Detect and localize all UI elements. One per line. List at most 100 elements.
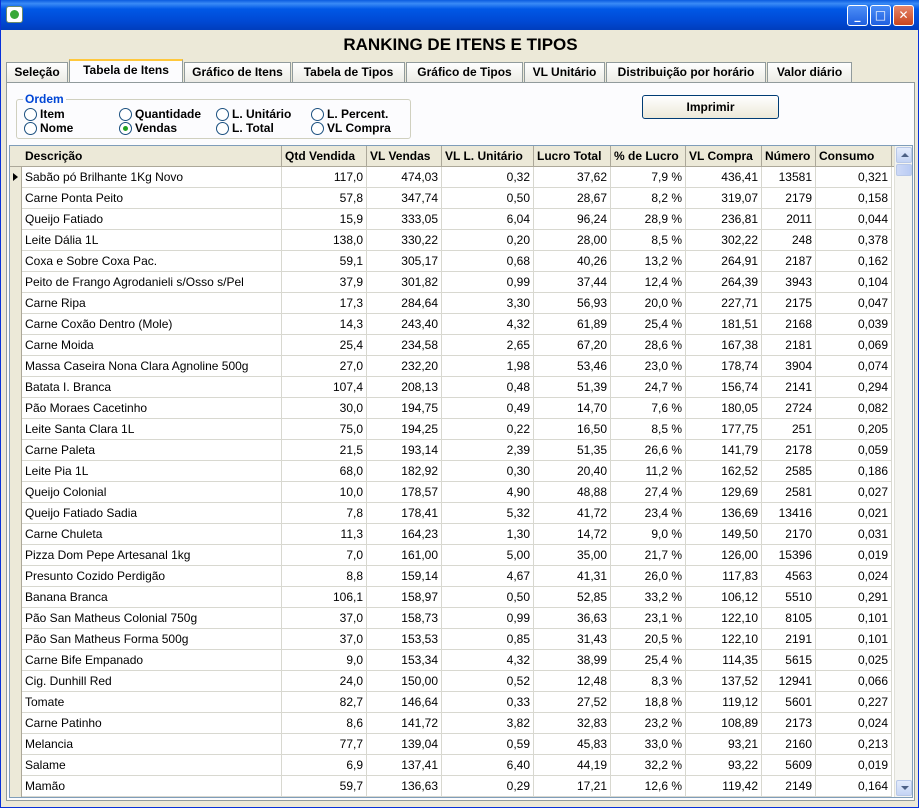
table-row[interactable]: Carne Chuleta 11,3 164,23 1,30 14,72 9,0 % 149… xyxy=(10,524,894,545)
table-row[interactable]: Salame 6,9 137,41 6,40 44,19 32,2 % 93,22 5609 0… xyxy=(10,755,894,776)
table-row[interactable]: Carne Patinho 8,6 141,72 3,82 32,83 23,2 % 108… xyxy=(10,713,894,734)
table-row[interactable]: Batata I. Branca 107,4 208,13 0,48 51,39 24,7… xyxy=(10,377,894,398)
cell-lucro-total: 51,35 xyxy=(534,440,611,461)
column-header-lucro-total[interactable]: Lucro Total xyxy=(534,146,611,167)
tab-grafico-de-itens[interactable]: Gráfico de Itens xyxy=(184,62,291,82)
column-header-vl-l-unitario[interactable]: VL L. Unitário xyxy=(442,146,534,167)
cell-vl-compra: 122,10 xyxy=(686,629,762,650)
cell-vl-compra: 177,75 xyxy=(686,419,762,440)
minimize-button[interactable]: _ xyxy=(847,5,868,26)
table-row[interactable]: Coxa e Sobre Coxa Pac. 59,1 305,17 0,68 40,2… xyxy=(10,251,894,272)
cell-de-lucro: 18,8 % xyxy=(611,692,686,713)
radio-dot-icon xyxy=(311,108,324,121)
radio-vendas[interactable]: Vendas xyxy=(119,121,177,135)
cell-de-lucro: 7,9 % xyxy=(611,167,686,188)
cell-vl-vendas: 194,25 xyxy=(367,419,442,440)
tab-valor-diario[interactable]: Valor diário xyxy=(767,62,852,82)
cell-vl-vendas: 182,92 xyxy=(367,461,442,482)
cell-lucro-total: 37,44 xyxy=(534,272,611,293)
cell-descricao: Pão San Matheus Forma 500g xyxy=(22,629,282,650)
table-row[interactable]: Queijo Fatiado 15,9 333,05 6,04 96,24 28,9 % 2… xyxy=(10,209,894,230)
cell-de-lucro: 20,0 % xyxy=(611,293,686,314)
table-row[interactable]: Carne Paleta 21,5 193,14 2,39 51,35 26,6 % 141… xyxy=(10,440,894,461)
column-header-vl-vendas[interactable]: VL Vendas xyxy=(367,146,442,167)
close-button[interactable]: ✕ xyxy=(893,5,914,26)
column-header-consumo[interactable]: Consumo xyxy=(816,146,892,167)
radio-nome[interactable]: Nome xyxy=(24,121,73,135)
table-row[interactable]: Tomate 82,7 146,64 0,33 27,52 18,8 % 119,12 560… xyxy=(10,692,894,713)
table-row[interactable]: Carne Ripa 17,3 284,64 3,30 56,93 20,0 % 227,7… xyxy=(10,293,894,314)
cell-numero: 248 xyxy=(762,230,816,251)
tab-distribuicao-por-horario[interactable]: Distribuição por horário xyxy=(606,62,766,82)
table-row[interactable]: Pão Moraes Cacetinho 30,0 194,75 0,49 14,70 7… xyxy=(10,398,894,419)
cell-consumo: 0,059 xyxy=(816,440,892,461)
scroll-down-button[interactable] xyxy=(896,780,912,796)
cell-qtd-vendida: 7,8 xyxy=(282,503,367,524)
table-row[interactable]: Carne Coxão Dentro (Mole) 14,3 243,40 4,32 6… xyxy=(10,314,894,335)
table-row[interactable]: Carne Bife Empanado 9,0 153,34 4,32 38,99 25,… xyxy=(10,650,894,671)
radio-vl-compra[interactable]: VL Compra xyxy=(311,121,391,135)
cell-consumo: 0,047 xyxy=(816,293,892,314)
cell-numero: 3943 xyxy=(762,272,816,293)
table-row[interactable]: Mamão 59,7 136,63 0,29 17,21 12,6 % 119,42 2149… xyxy=(10,776,894,797)
cell-consumo: 0,019 xyxy=(816,755,892,776)
table-row[interactable]: Queijo Fatiado Sadia 7,8 178,41 5,32 41,72 23… xyxy=(10,503,894,524)
table-row[interactable]: Sabão pó Brilhante 1Kg Novo 117,0 474,03 0,… xyxy=(10,167,894,188)
vertical-scrollbar[interactable] xyxy=(894,146,912,797)
tab-tabela-de-tipos[interactable]: Tabela de Tipos xyxy=(292,62,405,82)
maximize-button[interactable]: □ xyxy=(870,5,891,26)
scroll-up-button[interactable] xyxy=(896,147,912,163)
radio-label: Quantidade xyxy=(135,107,202,121)
table-row[interactable]: Carne Moida 25,4 234,58 2,65 67,20 28,6 % 167,… xyxy=(10,335,894,356)
cell-consumo: 0,101 xyxy=(816,629,892,650)
column-header-qtd-vendida[interactable]: Qtd Vendida xyxy=(282,146,367,167)
tab-grafico-de-tipos[interactable]: Gráfico de Tipos xyxy=(406,62,523,82)
column-header-numero[interactable]: Número xyxy=(762,146,816,167)
table-row[interactable]: Pão San Matheus Forma 500g 37,0 153,53 0,85… xyxy=(10,629,894,650)
table-row[interactable]: Massa Caseira Nona Clara Agnoline 500g 27… xyxy=(10,356,894,377)
radio-label: L. Total xyxy=(232,121,274,135)
radio-l-unitario[interactable]: L. Unitário xyxy=(216,107,291,121)
table-row[interactable]: Banana Branca 106,1 158,97 0,50 52,85 33,2 % 1… xyxy=(10,587,894,608)
scroll-thumb[interactable] xyxy=(896,164,912,176)
current-row-arrow-icon xyxy=(13,173,18,181)
table-row[interactable]: Leite Dália 1L 138,0 330,22 0,20 28,00 8,5 % 3… xyxy=(10,230,894,251)
table-row[interactable]: Carne Ponta Peito 57,8 347,74 0,50 28,67 8,2 … xyxy=(10,188,894,209)
cell-lucro-total: 35,00 xyxy=(534,545,611,566)
table-row[interactable]: Leite Santa Clara 1L 75,0 194,25 0,22 16,50 8… xyxy=(10,419,894,440)
cell-numero: 4563 xyxy=(762,566,816,587)
tab-vl-unitario[interactable]: VL Unitário xyxy=(524,62,605,82)
cell-descricao: Carne Ripa xyxy=(22,293,282,314)
cell-consumo: 0,031 xyxy=(816,524,892,545)
cell-qtd-vendida: 59,1 xyxy=(282,251,367,272)
column-header-de-lucro[interactable]: % de Lucro xyxy=(611,146,686,167)
cell-vl-compra: 156,74 xyxy=(686,377,762,398)
table-row[interactable]: Cig. Dunhill Red 24,0 150,00 0,52 12,48 8,3 %… xyxy=(10,671,894,692)
column-header-vl-compra[interactable]: VL Compra xyxy=(686,146,762,167)
radio-item[interactable]: Item xyxy=(24,107,65,121)
cell-vl-vendas: 208,13 xyxy=(367,377,442,398)
cell-consumo: 0,082 xyxy=(816,398,892,419)
table-row[interactable]: Queijo Colonial 10,0 178,57 4,90 48,88 27,4 %… xyxy=(10,482,894,503)
radio-l-total[interactable]: L. Total xyxy=(216,121,274,135)
radio-quantidade[interactable]: Quantidade xyxy=(119,107,201,121)
cell-consumo: 0,044 xyxy=(816,209,892,230)
table-row[interactable]: Melancia 77,7 139,04 0,59 45,83 33,0 % 93,21 21… xyxy=(10,734,894,755)
table-row[interactable]: Peito de Frango Agrodanieli s/Osso s/Pel… xyxy=(10,272,894,293)
radio-l-percent[interactable]: L. Percent. xyxy=(311,107,388,121)
column-header-descricao[interactable]: Descrição xyxy=(22,146,282,167)
cell-vl-compra: 106,12 xyxy=(686,587,762,608)
cell-vl-vendas: 232,20 xyxy=(367,356,442,377)
tab-selecao[interactable]: Seleção xyxy=(6,62,68,82)
cell-vl-vendas: 194,75 xyxy=(367,398,442,419)
cell-numero: 251 xyxy=(762,419,816,440)
table-row[interactable]: Presunto Cozido Perdigão 8,8 159,14 4,67 41,… xyxy=(10,566,894,587)
table-row[interactable]: Pizza Dom Pepe Artesanal 1kg 7,0 161,00 5,0… xyxy=(10,545,894,566)
table-row[interactable]: Leite Pia 1L 68,0 182,92 0,30 20,40 11,2 % 162… xyxy=(10,461,894,482)
print-button[interactable]: Imprimir xyxy=(642,95,779,119)
radio-label: L. Unitário xyxy=(232,107,292,121)
tab-tabela-de-itens[interactable]: Tabela de Itens xyxy=(69,59,183,82)
title-bar[interactable]: _ □ ✕ xyxy=(1,0,919,30)
cell-numero: 2187 xyxy=(762,251,816,272)
table-row[interactable]: Pão San Matheus Colonial 750g 37,0 158,73 0… xyxy=(10,608,894,629)
